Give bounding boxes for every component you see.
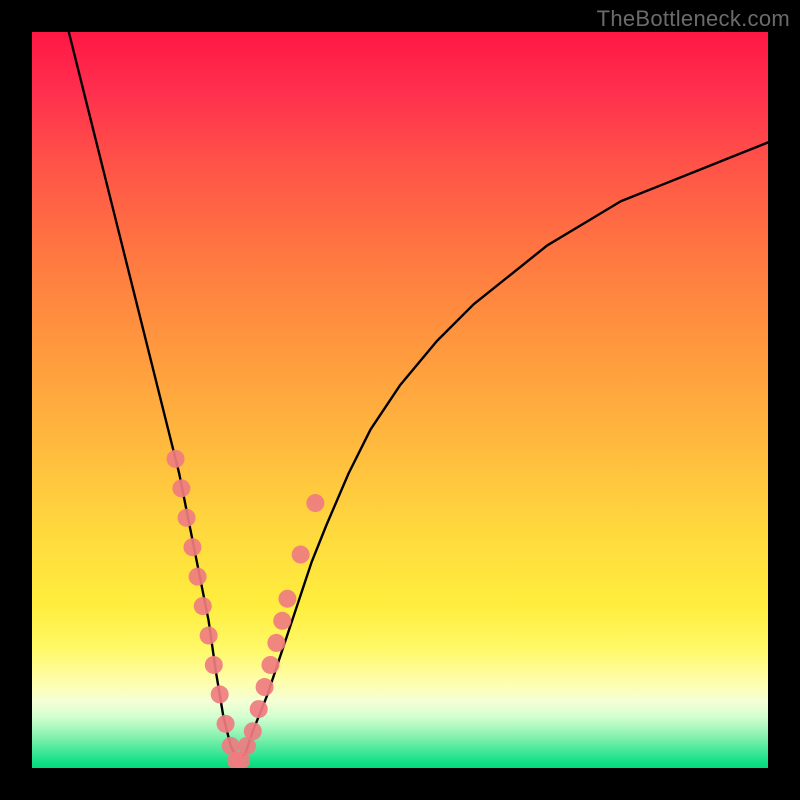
marker-point bbox=[292, 546, 310, 564]
marker-point bbox=[189, 568, 207, 586]
marker-point bbox=[261, 656, 279, 674]
chart-svg bbox=[32, 32, 768, 768]
marker-point bbox=[194, 597, 212, 615]
marker-point bbox=[250, 700, 268, 718]
marker-point bbox=[267, 634, 285, 652]
watermark-text: TheBottleneck.com bbox=[597, 6, 790, 32]
marker-point bbox=[211, 685, 229, 703]
marker-point bbox=[273, 612, 291, 630]
marker-point bbox=[200, 627, 218, 645]
marker-point bbox=[278, 590, 296, 608]
marker-point bbox=[256, 678, 274, 696]
bottleneck-curve bbox=[69, 32, 768, 761]
plot-area bbox=[32, 32, 768, 768]
marker-point bbox=[183, 538, 201, 556]
marker-point bbox=[205, 656, 223, 674]
marker-point bbox=[217, 715, 235, 733]
marker-point bbox=[244, 722, 262, 740]
marker-point bbox=[172, 479, 190, 497]
marker-point bbox=[167, 450, 185, 468]
marker-point bbox=[178, 509, 196, 527]
chart-container: TheBottleneck.com bbox=[0, 0, 800, 800]
marker-point bbox=[306, 494, 324, 512]
